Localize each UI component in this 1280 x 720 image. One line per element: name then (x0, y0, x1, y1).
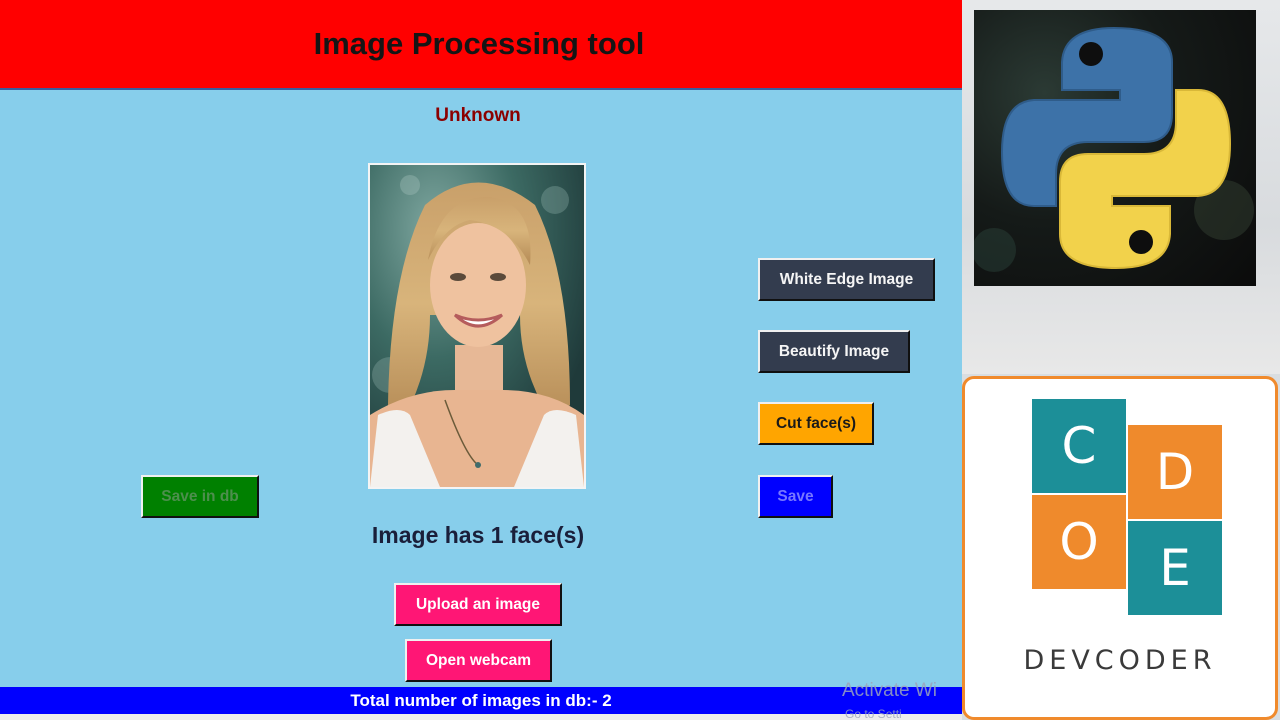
python-logo-card (974, 10, 1256, 286)
python-logo-panel (962, 0, 1280, 374)
app-title: Image Processing tool (313, 26, 645, 61)
upload-image-button[interactable]: Upload an image (394, 583, 562, 626)
activation-watermark-sub: Go to Setti (845, 707, 902, 720)
cut-faces-button[interactable]: Cut face(s) (758, 402, 874, 445)
devcoder-tile-d: D (1128, 425, 1222, 519)
white-edge-image-button[interactable]: White Edge Image (758, 258, 935, 301)
bottom-strip (0, 714, 962, 720)
python-logo-icon (974, 26, 1254, 272)
save-button[interactable]: Save (758, 475, 833, 518)
portrait-photo (370, 165, 584, 487)
devcoder-wordmark: DEVCODER (1023, 645, 1217, 676)
devcoder-tile-c: C (1032, 399, 1126, 493)
devcoder-tile-o: O (1032, 495, 1126, 589)
title-bar: Image Processing tool (0, 0, 962, 90)
face-count-label: Image has 1 face(s) (371, 522, 585, 548)
open-webcam-button[interactable]: Open webcam (405, 639, 552, 682)
save-in-db-button[interactable]: Save in db (141, 475, 259, 518)
beautify-image-button[interactable]: Beautify Image (758, 330, 910, 373)
devcoder-tile-e: E (1128, 521, 1222, 615)
activation-watermark: Activate Wi (842, 680, 938, 701)
devcoder-logo-panel: C D O E DEVCODER (962, 376, 1278, 720)
image-preview (368, 163, 586, 489)
image-processing-window: Image Processing tool Unknown Image has … (0, 0, 962, 720)
status-bar: Total number of images in db:- 2 (0, 687, 962, 714)
recognized-name-label: Unknown (435, 105, 521, 126)
db-count-label: Total number of images in db:- 2 (350, 690, 612, 710)
